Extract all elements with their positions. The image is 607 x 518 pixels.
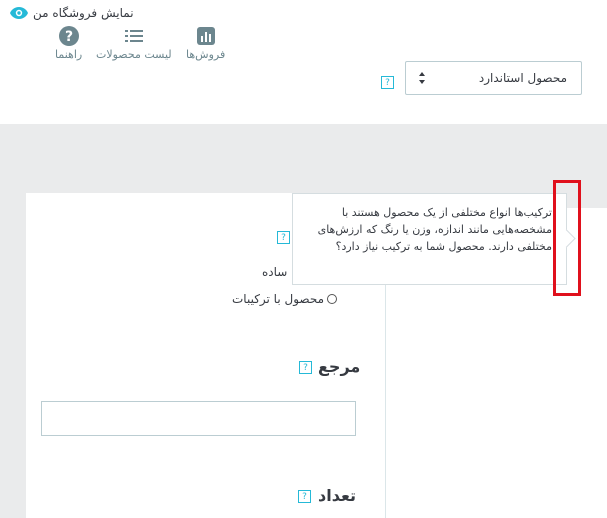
top-bar: نمایش فروشگاه من <box>0 0 607 34</box>
product-type-select[interactable]: محصول استاندارد <box>405 61 582 95</box>
simple-product-option[interactable]: ساده <box>262 265 287 279</box>
product-list-label: لیست محصولات <box>96 48 172 61</box>
bar-chart-icon <box>196 27 215 45</box>
combinations-radio[interactable] <box>327 294 337 304</box>
combinations-label: محصول با ترکیبات <box>232 292 324 306</box>
help-label: راهنما <box>55 48 83 61</box>
product-type-value: محصول استاندارد <box>478 71 567 85</box>
combinations-option[interactable]: محصول با ترکیبات <box>232 292 337 306</box>
view-store-label: نمایش فروشگاه من <box>33 6 134 20</box>
sales-button[interactable]: فروش‌ها <box>186 26 225 61</box>
list-icon <box>124 30 143 42</box>
svg-text:?: ? <box>65 29 73 45</box>
highlight-box <box>553 180 581 296</box>
product-list-button[interactable]: لیست محصولات <box>96 26 172 61</box>
select-arrows-icon <box>419 72 425 84</box>
combinations-tooltip: ترکیب‌ها انواع مختلفی از یک محصول هستند … <box>292 193 567 285</box>
reference-input[interactable] <box>41 401 356 436</box>
product-kind-help-icon[interactable]: ? <box>277 231 290 244</box>
reference-help-icon[interactable]: ? <box>299 361 312 374</box>
quantity-label: تعداد <box>318 486 356 505</box>
simple-product-label: ساده <box>262 265 288 279</box>
view-store-link[interactable]: نمایش فروشگاه من <box>10 6 134 20</box>
eye-icon <box>10 7 28 19</box>
product-type-help-icon[interactable]: ? <box>381 76 394 89</box>
quantity-help-icon[interactable]: ? <box>298 490 311 503</box>
tooltip-text: ترکیب‌ها انواع مختلفی از یک محصول هستند … <box>317 206 552 253</box>
reference-label: مرجع <box>318 357 361 376</box>
question-circle-icon: ? <box>58 26 79 46</box>
help-button[interactable]: ? راهنما <box>55 26 82 61</box>
sales-label: فروش‌ها <box>186 48 226 61</box>
